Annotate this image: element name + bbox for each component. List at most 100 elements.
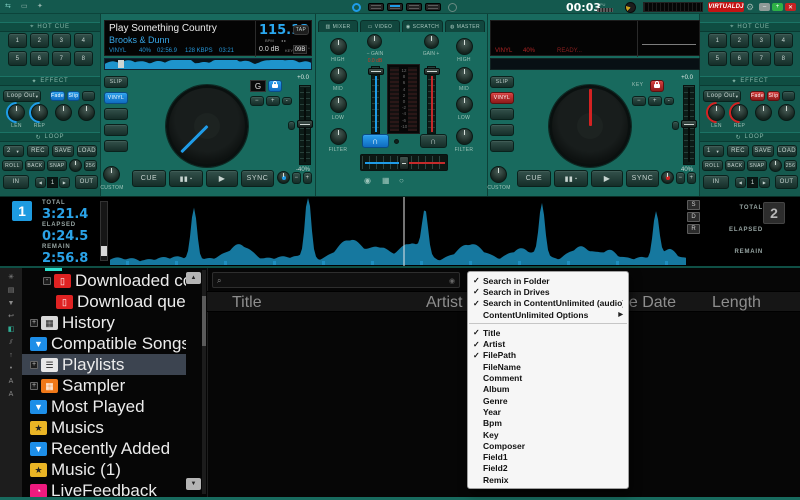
effect-len-knob[interactable] — [708, 104, 725, 121]
ch2-mid-knob[interactable] — [456, 67, 473, 84]
deck2-number-badge[interactable]: 2 — [763, 202, 785, 224]
sampler-grid-icon[interactable]: ▦ — [382, 176, 390, 185]
deck1-number-badge[interactable]: 1 — [12, 201, 32, 221]
hotcue-2-button[interactable]: 2 — [30, 33, 49, 48]
side-view-icon[interactable]: ◧ — [8, 326, 15, 333]
menu-item-comment[interactable]: Comment — [468, 372, 628, 383]
sidebar-item-recently-added[interactable]: ▼Recently Added — [22, 438, 186, 459]
hotcue-4-button[interactable]: 4 — [774, 33, 793, 48]
deck2-cue-button[interactable]: CUE — [517, 170, 551, 187]
loop-out-button[interactable]: OUT — [775, 175, 798, 189]
loop-snap-button[interactable]: SNAP — [747, 160, 767, 171]
loop-move-knob[interactable] — [769, 159, 782, 172]
loop-in-button[interactable]: IN — [703, 175, 729, 189]
effect-knob-3[interactable] — [755, 104, 772, 121]
deck1-track-waveform[interactable] — [104, 58, 312, 70]
sidebar-item-sampler[interactable]: +▦Sampler — [22, 375, 186, 396]
hotcue-6-button[interactable]: 6 — [30, 51, 49, 66]
loop-step-right-button[interactable]: ▶ — [759, 177, 770, 188]
loop-step-left-button[interactable]: ◀ — [735, 177, 746, 188]
ch1-high-knob[interactable] — [330, 38, 347, 55]
tree-expander-icon[interactable]: + — [30, 361, 38, 369]
deck2-pad-slot-3[interactable] — [490, 140, 514, 152]
deck2-pitch-handle[interactable] — [681, 120, 697, 128]
sidebar-item-most-played[interactable]: ▼Most Played — [22, 396, 186, 417]
menu-item-search-in-folder[interactable]: ✓Search in Folder — [468, 275, 628, 286]
slip-button[interactable]: Slip — [67, 91, 80, 101]
loop-load-button[interactable]: LOAD — [777, 145, 797, 157]
cue-mix-knob[interactable] — [394, 139, 399, 144]
menu-item-bpm[interactable]: Bpm — [468, 418, 628, 429]
dual-wave-button[interactable]: D — [687, 212, 700, 222]
menu-item-field2[interactable]: Field2 — [468, 463, 628, 474]
menu-item-title[interactable]: ✓Title — [468, 327, 628, 338]
minimize-button[interactable]: – — [759, 3, 770, 11]
loop-save-button[interactable]: SAVE — [752, 145, 774, 157]
deck1-jog-wheel[interactable] — [166, 85, 248, 167]
menu-item-contentunlimited-options[interactable]: ContentUnlimited Options▶ — [468, 309, 628, 320]
folders-icon[interactable]: ▤ — [8, 287, 15, 294]
menu-item-filename[interactable]: FileName — [468, 361, 628, 372]
layout-pill-1[interactable] — [368, 3, 384, 11]
deck1-pause-button[interactable]: ▮▮▪ — [169, 170, 203, 187]
loop-length-dropdown[interactable]: 2▼ — [3, 145, 24, 157]
hotcue-2-button[interactable]: 2 — [730, 33, 749, 48]
tree-expander-icon[interactable]: + — [30, 319, 38, 327]
deck1-pitch-handle[interactable] — [297, 120, 313, 128]
close-button[interactable]: ✕ — [785, 3, 796, 11]
wave-zoom-slider[interactable] — [100, 201, 108, 261]
effect-extra-button[interactable] — [82, 91, 95, 101]
menu-item-composer[interactable]: Composer — [468, 440, 628, 451]
loop-step-right-button[interactable]: ▶ — [59, 177, 70, 188]
hotcue-6-button[interactable]: 6 — [730, 51, 749, 66]
deck1-pad-slot-3[interactable] — [104, 140, 128, 152]
loop-rec-button[interactable]: REC — [27, 145, 49, 157]
deck2-jog-wheel[interactable] — [549, 85, 631, 167]
deck2-pad-slot-2[interactable] — [490, 124, 514, 136]
menu-item-field1[interactable]: Field1 — [468, 451, 628, 462]
tab-master[interactable]: ◍MASTER — [445, 20, 485, 32]
deck2-track-waveform[interactable] — [490, 58, 700, 70]
deck1-key-reset-button[interactable]: - — [282, 97, 292, 105]
scratch-wave-button[interactable]: S — [687, 200, 700, 210]
tab-mixer[interactable]: ▥MIXER — [318, 20, 358, 32]
loop-back-button[interactable]: BACK — [25, 160, 45, 171]
loop-step-left-button[interactable]: ◀ — [35, 177, 46, 188]
ch1-filter-knob[interactable] — [330, 128, 347, 145]
effect-select-dropdown[interactable]: Loop Out▼ — [703, 90, 741, 102]
deck1-zoom-out-button[interactable]: − — [292, 172, 301, 184]
sidebar-item-music-1[interactable]: ★Music (1) — [22, 459, 186, 480]
deck2-slip-button[interactable]: SLIP — [490, 76, 514, 88]
deck1-custom-knob[interactable] — [103, 166, 120, 183]
ch2-low-knob[interactable] — [456, 96, 473, 113]
sidebar-item-musics[interactable]: ★Musics — [22, 417, 186, 438]
font-smaller-icon[interactable]: A — [9, 391, 14, 398]
search-input[interactable] — [228, 274, 443, 286]
ch1-gain-knob[interactable] — [367, 34, 382, 49]
deck1-vinyl-button[interactable]: VINYL — [104, 92, 128, 104]
menu-item-search-in-contentunlimited-audio[interactable]: ✓Search in ContentUnlimited (audio) — [468, 298, 628, 309]
loop-256-button[interactable]: 256 — [784, 160, 797, 171]
hotcue-1-button[interactable]: 1 — [8, 33, 27, 48]
hotcue-8-button[interactable]: 8 — [74, 51, 93, 66]
layout-pill-4[interactable] — [425, 3, 441, 11]
deck1-pitch-reset-button[interactable] — [288, 121, 295, 130]
window-mode-icon[interactable]: ▭ — [21, 2, 28, 10]
deck2-custom-knob[interactable] — [490, 166, 507, 183]
loop-rec-button[interactable]: REC — [727, 145, 749, 157]
sidebar-scroll-down-button[interactable]: ▼ — [186, 478, 201, 490]
loop-circle-icon[interactable]: ○ — [399, 176, 404, 185]
tree-expander-icon[interactable]: - — [43, 277, 51, 285]
layout-pill-2[interactable] — [387, 3, 403, 11]
sidebar-item-download-queue[interactable]: ▯Download queue — [22, 291, 186, 312]
split-view-icon[interactable]: ⫽ — [9, 339, 12, 346]
sidebar-item-history[interactable]: +▦History — [22, 312, 186, 333]
sidebar-item-downloaded-content[interactable]: -▯Downloaded content — [22, 270, 186, 291]
menu-item-artist[interactable]: ✓Artist — [468, 338, 628, 349]
rhythm-waveform[interactable] — [110, 197, 686, 267]
effect-knob-3[interactable] — [55, 104, 72, 121]
deck1-zoom-in-button[interactable]: + — [303, 172, 312, 184]
hotcue-7-button[interactable]: 7 — [52, 51, 71, 66]
sidebar-item-playlists[interactable]: +☰Playlists — [22, 354, 186, 375]
deck1-pad-slot-1[interactable] — [104, 108, 128, 120]
